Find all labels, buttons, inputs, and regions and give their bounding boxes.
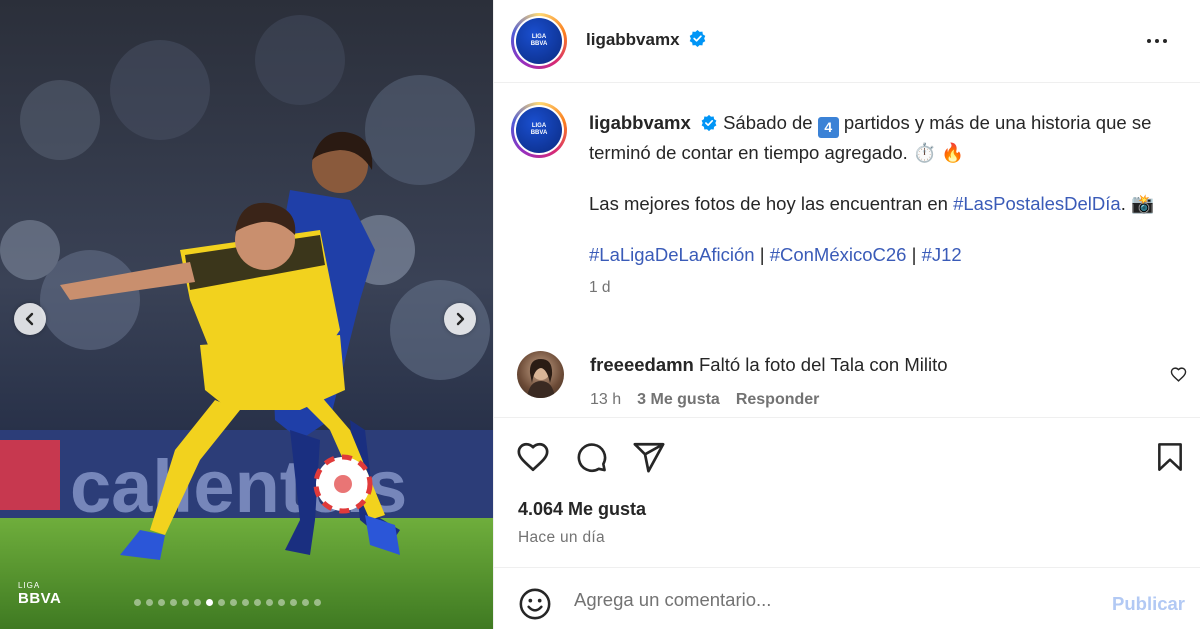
dot	[1147, 39, 1151, 43]
dot	[1163, 39, 1167, 43]
caption-author-avatar[interactable]: LIGA BBVA	[511, 102, 567, 158]
carousel-dot	[266, 599, 273, 606]
comment-body: Faltó la foto del Tala con Milito	[699, 354, 948, 375]
comment-input[interactable]	[574, 586, 1074, 614]
carousel-dot	[302, 599, 309, 606]
watermark-liga: LIGA	[18, 581, 41, 590]
caption-line2-a: Las mejores fotos de hoy las encuentran …	[589, 193, 948, 214]
bookmark-icon[interactable]	[1154, 440, 1186, 474]
emoji-icon[interactable]	[518, 587, 552, 621]
commenter-avatar[interactable]	[517, 351, 564, 398]
chevron-right-icon	[456, 312, 465, 326]
commenter-photo	[527, 359, 555, 398]
comment-bar: Publicar	[494, 567, 1200, 629]
avatar-text-top: LIGA	[531, 34, 547, 40]
carousel-dot-active	[206, 599, 213, 606]
carousel-dot	[254, 599, 261, 606]
more-options-button[interactable]	[1140, 30, 1174, 52]
carousel-dot	[278, 599, 285, 606]
post-side-panel: LIGA BBVA ligabbvamx LIGA BBVA ligabbvam…	[493, 0, 1200, 629]
hashtag-link[interactable]: #LaLigaDeLaAfición	[589, 244, 755, 265]
caption-time[interactable]: 1 d	[589, 273, 1179, 302]
caption-line2-b: . 📸	[1120, 193, 1155, 214]
photo-watermark: LIGA BBVA	[18, 581, 61, 608]
post-photo[interactable]: caliente.s LIGA BBVA	[0, 0, 493, 629]
carousel-indicator	[134, 599, 321, 606]
carousel-dot	[314, 599, 321, 606]
watermark-bbva: BBVA	[18, 590, 62, 607]
carousel-dot	[134, 599, 141, 606]
hashtag-link[interactable]: #ConMéxicoC26	[770, 244, 907, 265]
soccer-photo: caliente.s	[0, 0, 493, 629]
verified-badge-icon	[689, 29, 706, 48]
hashtag-link[interactable]: #J12	[922, 244, 962, 265]
carousel-dot	[194, 599, 201, 606]
post-actions: 4.064 Me gusta Hace un día	[494, 417, 1200, 567]
carousel-dot	[182, 599, 189, 606]
publish-button[interactable]: Publicar	[1112, 593, 1185, 615]
carousel-next-button[interactable]	[444, 303, 476, 335]
carousel-prev-button[interactable]	[14, 303, 46, 335]
caption-paragraph-1: ligabbvamx Sábado de 4 partidos y más de…	[589, 108, 1179, 167]
comment-likes[interactable]: 3 Me gusta	[637, 391, 720, 409]
hashtag-separator: |	[906, 244, 922, 265]
commenter-username[interactable]: freeeedamn	[590, 354, 694, 375]
caption-text: ligabbvamx Sábado de 4 partidos y más de…	[589, 108, 1179, 302]
dot	[1155, 39, 1159, 43]
comment-heart-icon[interactable]	[1170, 366, 1187, 383]
likes-count[interactable]: 4.064 Me gusta	[518, 499, 646, 520]
author-username[interactable]: ligabbvamx	[586, 30, 680, 49]
avatar-text-top: LIGA	[531, 123, 547, 129]
share-icon[interactable]	[632, 440, 666, 474]
caption-username[interactable]: ligabbvamx	[589, 112, 691, 133]
carousel-dot	[218, 599, 225, 606]
post-date[interactable]: Hace un día	[518, 529, 605, 547]
carousel-dot	[158, 599, 165, 606]
comment-reply-button[interactable]: Responder	[736, 391, 820, 409]
carousel-dot	[230, 599, 237, 606]
header-author: ligabbvamx	[586, 29, 707, 50]
author-avatar[interactable]: LIGA BBVA	[511, 13, 567, 69]
carousel-dot	[146, 599, 153, 606]
carousel-dot	[242, 599, 249, 606]
hashtag-separator: |	[754, 244, 770, 265]
comment-icon[interactable]	[575, 440, 608, 474]
chevron-left-icon	[25, 312, 34, 326]
caption-paragraph-2: Las mejores fotos de hoy las encuentran …	[589, 189, 1179, 218]
comment: freeeedamn Faltó la foto del Tala con Mi…	[590, 354, 948, 376]
hashtag-link[interactable]: #LasPostalesDelDía	[953, 193, 1121, 214]
caption-line1-a: Sábado de	[723, 112, 813, 133]
heart-icon[interactable]	[516, 440, 550, 474]
caption-hashtags: #LaLigaDeLaAfición | #ConMéxicoC26 | #J1…	[589, 240, 1179, 269]
comment-time[interactable]: 13 h	[590, 391, 621, 409]
carousel-dot	[290, 599, 297, 606]
carousel-dot	[170, 599, 177, 606]
keycap-four-emoji: 4	[817, 117, 839, 138]
verified-badge-icon	[701, 114, 717, 132]
comment-meta: 13 h 3 Me gusta Responder	[590, 391, 835, 409]
avatar-text-bottom: BBVA	[530, 41, 548, 47]
post-header: LIGA BBVA ligabbvamx	[494, 0, 1200, 83]
avatar-text-bottom: BBVA	[530, 130, 548, 136]
